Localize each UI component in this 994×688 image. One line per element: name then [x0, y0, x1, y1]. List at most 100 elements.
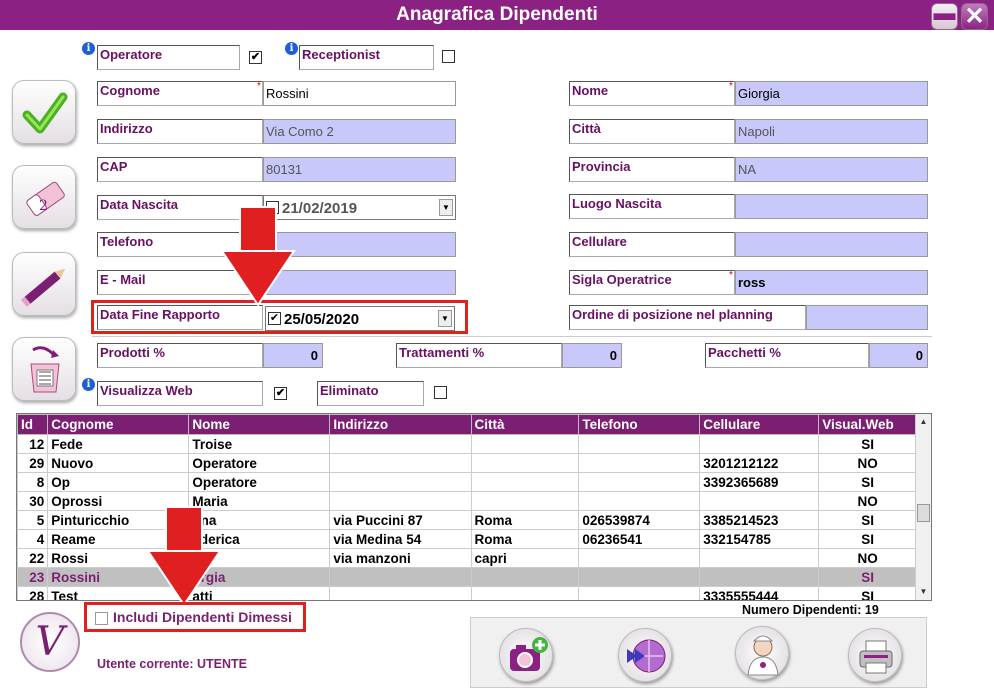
- table-cell: [329, 567, 472, 587]
- table-cell: 06236541: [578, 529, 701, 549]
- table-cell: Roma: [470, 529, 580, 549]
- table-cell: [699, 434, 820, 454]
- utente-corrente: Utente corrente: UTENTE: [97, 657, 248, 671]
- pacchetti-label: Pacchetti %: [705, 343, 869, 368]
- table-cell: Operatore: [188, 472, 331, 492]
- table-cell: [699, 548, 820, 568]
- table-cell: [470, 567, 580, 587]
- sigla-operatrice-field[interactable]: ross: [735, 270, 928, 295]
- table-cell: [329, 453, 472, 473]
- column-header[interactable]: Telefono: [578, 414, 701, 435]
- nurse-icon: [747, 635, 779, 676]
- nome-field[interactable]: Giorgia: [735, 81, 928, 106]
- table-cell: NO: [818, 548, 917, 568]
- minimize-button[interactable]: ▬: [931, 2, 958, 30]
- trattamenti-field[interactable]: 0: [562, 343, 622, 368]
- table-cell: 3385214523: [699, 510, 820, 530]
- cellulare-label: Cellulare: [569, 232, 735, 257]
- luogo-nascita-label: Luogo Nascita: [569, 194, 735, 219]
- confirm-button[interactable]: [12, 80, 76, 144]
- indirizzo-label: Indirizzo: [97, 119, 263, 144]
- app-logo: V: [20, 612, 80, 672]
- info-icon[interactable]: i: [82, 42, 95, 55]
- edit-button[interactable]: [12, 252, 76, 316]
- table-row[interactable]: 12 Fede Troise SI: [17, 434, 917, 454]
- pacchetti-field[interactable]: 0: [869, 343, 928, 368]
- sigla-operatrice-label: Sigla Operatrice: [569, 270, 735, 295]
- table-cell: 30: [17, 491, 49, 511]
- ordine-planning-field[interactable]: [806, 305, 928, 330]
- column-header[interactable]: Cellulare: [699, 414, 820, 435]
- data-fine-rapporto-checkbox[interactable]: ✔: [268, 312, 281, 325]
- trash-icon: [30, 346, 60, 393]
- table-cell: 3335555444: [699, 586, 820, 600]
- column-header[interactable]: Id: [17, 414, 49, 435]
- scroll-thumb[interactable]: [917, 504, 930, 522]
- table-row[interactable]: 8 Op Operatore 3392365689 SI: [17, 472, 917, 492]
- column-header[interactable]: Visual.Web: [818, 414, 917, 435]
- table-cell: NO: [818, 491, 917, 511]
- table-cell: SI: [818, 434, 917, 454]
- luogo-nascita-field[interactable]: [735, 194, 928, 219]
- cognome-label: Cognome: [97, 81, 263, 106]
- column-header[interactable]: Città: [470, 414, 580, 435]
- add-photo-button[interactable]: [499, 628, 553, 682]
- table-cell: 3201212122: [699, 453, 820, 473]
- print-button[interactable]: [848, 628, 902, 682]
- table-cell: 23: [17, 567, 49, 587]
- cognome-field[interactable]: Rossini: [263, 81, 456, 106]
- close-button[interactable]: ✕: [961, 3, 988, 30]
- window-title: Anagrafica Dipendenti: [396, 4, 598, 25]
- table-cell: Roma: [470, 510, 580, 530]
- table-cell: SI: [818, 529, 917, 549]
- provincia-field[interactable]: NA: [735, 157, 928, 182]
- column-header[interactable]: Cognome: [47, 414, 190, 435]
- table-cell: SI: [818, 586, 917, 600]
- info-icon[interactable]: i: [285, 42, 298, 55]
- eliminato-checkbox[interactable]: [434, 386, 447, 399]
- required-marker: *: [729, 81, 733, 92]
- table-cell: [329, 491, 472, 511]
- table-cell: Nuovo: [47, 453, 190, 473]
- web-export-button[interactable]: [618, 628, 672, 682]
- operatore-label: Operatore: [97, 45, 240, 70]
- eraser-icon: 2: [26, 181, 65, 216]
- grid-scrollbar[interactable]: ▲ ▼: [915, 414, 931, 600]
- operatore-checkbox[interactable]: ✔: [249, 51, 262, 64]
- column-header[interactable]: Nome: [188, 414, 331, 435]
- globe-forward-icon: [627, 639, 666, 673]
- table-cell: [699, 567, 820, 587]
- prodotti-label: Prodotti %: [97, 343, 263, 368]
- table-cell: [329, 434, 472, 454]
- receptionist-checkbox[interactable]: [442, 50, 455, 63]
- table-cell: 332154785: [699, 529, 820, 549]
- table-cell: [578, 472, 701, 492]
- dropdown-arrow-icon[interactable]: ▼: [438, 310, 452, 327]
- erase-button[interactable]: 2: [12, 165, 76, 229]
- table-cell: [470, 586, 580, 600]
- cap-field[interactable]: 80131: [263, 157, 456, 182]
- scroll-up-icon[interactable]: ▲: [916, 414, 931, 430]
- table-cell: 4: [17, 529, 49, 549]
- info-icon[interactable]: i: [82, 378, 95, 391]
- dropdown-arrow-icon[interactable]: ▼: [439, 199, 453, 216]
- column-header[interactable]: Indirizzo: [329, 414, 472, 435]
- cellulare-field[interactable]: [735, 232, 928, 257]
- citta-field[interactable]: Napoli: [735, 119, 928, 144]
- table-cell: Fede: [47, 434, 190, 454]
- visualizza-web-checkbox[interactable]: ✔: [274, 387, 287, 400]
- required-marker: *: [729, 270, 733, 281]
- svg-text:2: 2: [39, 198, 48, 214]
- delete-button[interactable]: [12, 337, 76, 401]
- indirizzo-field[interactable]: Via Como 2: [263, 119, 456, 144]
- prodotti-field[interactable]: 0: [263, 343, 323, 368]
- includi-dimessi-label[interactable]: Includi Dipendenti Dimessi: [113, 609, 292, 625]
- scroll-down-icon[interactable]: ▼: [916, 584, 931, 600]
- operator-button[interactable]: [735, 626, 789, 680]
- citta-label: Città: [569, 119, 735, 144]
- data-fine-rapporto-picker[interactable]: ✔ 25/05/2020 ▼: [265, 306, 455, 331]
- table-row[interactable]: 29 Nuovo Operatore 3201212122 NO: [17, 453, 917, 473]
- table-cell: [578, 586, 701, 600]
- provincia-label: Provincia: [569, 157, 735, 182]
- includi-dimessi-checkbox[interactable]: [95, 612, 108, 625]
